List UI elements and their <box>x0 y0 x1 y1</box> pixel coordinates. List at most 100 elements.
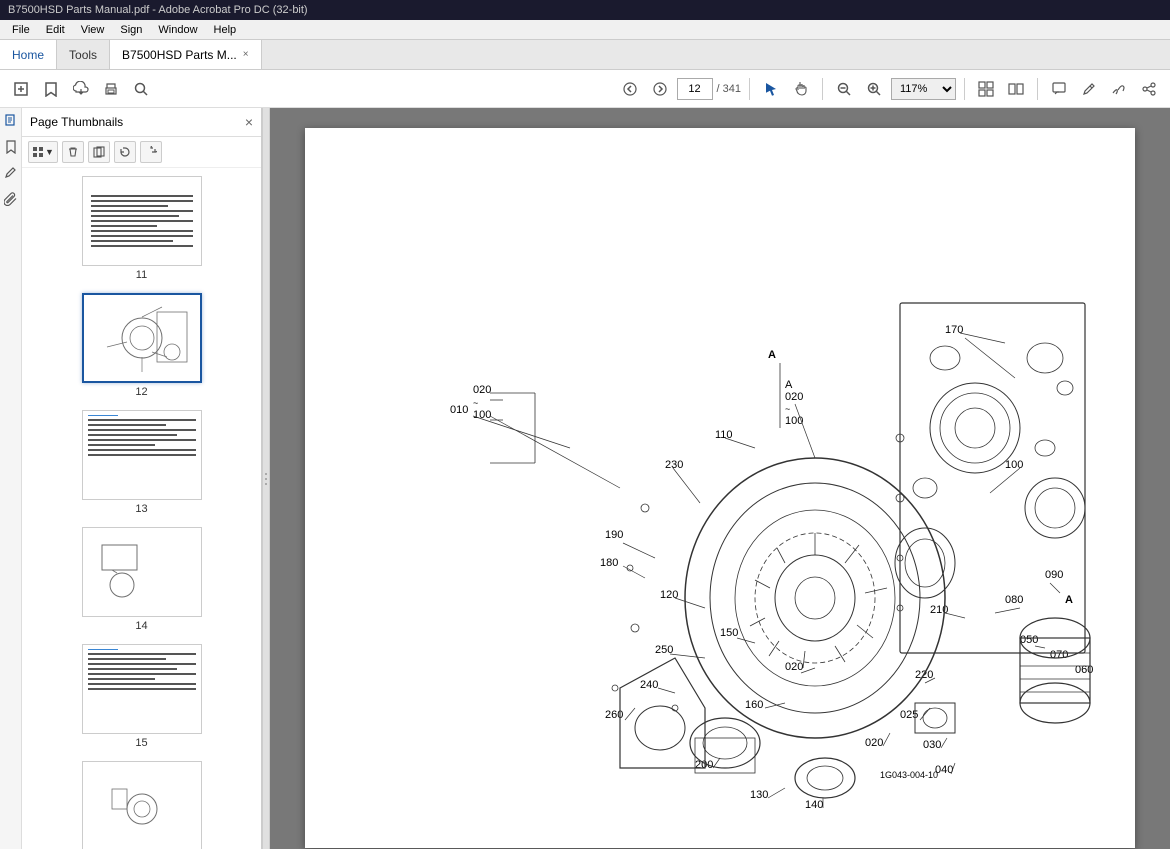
svg-text:190: 190 <box>605 529 623 541</box>
svg-text:020: 020 <box>865 737 883 749</box>
svg-text:200: 200 <box>695 759 713 771</box>
zoom-out-button[interactable] <box>831 76 857 102</box>
menu-window[interactable]: Window <box>150 22 205 38</box>
svg-text:~: ~ <box>785 404 790 414</box>
resize-handle[interactable] <box>262 108 270 849</box>
thumb-label-13: 13 <box>135 503 147 515</box>
thumbs-close-button[interactable]: × <box>245 114 253 130</box>
menu-bar: File Edit View Sign Window Help <box>0 20 1170 40</box>
thumbs-panel-title: Page Thumbnails <box>30 115 123 129</box>
svg-text:020: 020 <box>785 661 803 673</box>
prev-page-button[interactable] <box>617 76 643 102</box>
thumb-label-14: 14 <box>135 620 147 632</box>
tab-tools[interactable]: Tools <box>57 40 110 69</box>
sign-button[interactable] <box>1106 76 1132 102</box>
page-separator: / 341 <box>717 83 741 95</box>
svg-text:180: 180 <box>600 557 618 569</box>
page-number-input[interactable]: 12 <box>677 78 713 100</box>
menu-edit[interactable]: Edit <box>38 22 73 38</box>
svg-text:260: 260 <box>605 709 623 721</box>
svg-text:100: 100 <box>1005 459 1023 471</box>
zoom-in-button[interactable] <box>861 76 887 102</box>
thumb-preview-11 <box>82 176 202 266</box>
separator-3 <box>964 78 965 100</box>
thumb-rotate-cw-button[interactable] <box>140 141 162 163</box>
svg-text:090: 090 <box>1045 569 1063 581</box>
separator-4 <box>1037 78 1038 100</box>
fit-page-button[interactable] <box>973 76 999 102</box>
thumb-label-11: 11 <box>136 269 147 281</box>
thumb-item-12[interactable]: 12 <box>82 293 202 398</box>
thumb-item-15[interactable]: 15 <box>82 644 202 749</box>
thumb-preview-13 <box>82 410 202 500</box>
svg-text:A: A <box>1065 594 1073 606</box>
svg-text:020: 020 <box>785 391 803 403</box>
svg-text:240: 240 <box>640 679 658 691</box>
svg-text:100: 100 <box>785 415 803 427</box>
thumb-rotate-ccw-button[interactable] <box>114 141 136 163</box>
select-tool[interactable] <box>758 76 784 102</box>
separator-1 <box>749 78 750 100</box>
hand-tool[interactable] <box>788 76 814 102</box>
pdf-area[interactable]: 010 020 ~ 100 A 020 ~ 100 110 170 100 09… <box>270 108 1170 849</box>
next-page-button[interactable] <box>647 76 673 102</box>
svg-text:150: 150 <box>720 627 738 639</box>
svg-text:160: 160 <box>745 699 763 711</box>
svg-text:080: 080 <box>1005 594 1023 606</box>
thumb-preview-16 <box>82 761 202 849</box>
separator-2 <box>822 78 823 100</box>
toolbar: 12 / 341 117% 100% 75% 150% <box>0 70 1170 108</box>
menu-view[interactable]: View <box>73 22 113 38</box>
thumb-item-16[interactable]: 16 <box>82 761 202 849</box>
menu-sign[interactable]: Sign <box>112 22 150 38</box>
svg-text:170: 170 <box>945 324 963 336</box>
svg-text:A: A <box>785 379 793 391</box>
svg-text:1G043-004-10: 1G043-004-10 <box>880 770 938 780</box>
thumb-item-14[interactable]: 14 <box>82 527 202 632</box>
pdf-page: 010 020 ~ 100 A 020 ~ 100 110 170 100 09… <box>305 128 1135 848</box>
pen-button[interactable] <box>1076 76 1102 102</box>
thumb-extract-button[interactable] <box>88 141 110 163</box>
share-button[interactable] <box>1136 76 1162 102</box>
thumb-preview-15 <box>82 644 202 734</box>
svg-text:~: ~ <box>473 398 478 408</box>
title-text: B7500HSD Parts Manual.pdf - Adobe Acroba… <box>8 4 308 16</box>
spread-button[interactable] <box>1003 76 1029 102</box>
zoom-select[interactable]: 117% 100% 75% 150% <box>891 78 956 100</box>
new-button[interactable] <box>8 76 34 102</box>
thumb-grid-button[interactable]: ▼ <box>28 141 58 163</box>
bookmark-button[interactable] <box>38 76 64 102</box>
thumb-delete-button[interactable] <box>62 141 84 163</box>
svg-text:030: 030 <box>923 739 941 751</box>
tab-bar: Home Tools B7500HSD Parts M... × <box>0 40 1170 70</box>
thumb-item-11[interactable]: 11 <box>82 176 202 281</box>
thumbs-list: 11 12 <box>22 168 261 849</box>
svg-text:025: 025 <box>900 709 918 721</box>
menu-help[interactable]: Help <box>206 22 245 38</box>
thumbnails-panel: Page Thumbnails × ▼ <box>22 108 262 849</box>
thumbs-toolbar: ▼ <box>22 137 261 168</box>
side-icons-panel <box>0 108 22 849</box>
menu-file[interactable]: File <box>4 22 38 38</box>
print-button[interactable] <box>98 76 124 102</box>
svg-text:110: 110 <box>715 429 733 441</box>
svg-text:010: 010 <box>450 404 468 416</box>
tab-home[interactable]: Home <box>0 40 57 69</box>
comment-button[interactable] <box>1046 76 1072 102</box>
side-icon-bookmark[interactable] <box>2 138 20 156</box>
thumbs-panel-header: Page Thumbnails × <box>22 108 261 137</box>
tab-close-button[interactable]: × <box>243 49 249 60</box>
page-navigation: 12 / 341 <box>677 78 741 100</box>
svg-text:020: 020 <box>473 384 491 396</box>
thumb-preview-14 <box>82 527 202 617</box>
tab-document[interactable]: B7500HSD Parts M... × <box>110 40 262 69</box>
side-icon-annotation[interactable] <box>2 164 20 182</box>
thumb-item-13[interactable]: 13 <box>82 410 202 515</box>
svg-text:A: A <box>768 349 776 361</box>
svg-text:050: 050 <box>1020 634 1038 646</box>
side-icon-attach[interactable] <box>2 190 20 208</box>
side-icon-page[interactable] <box>2 112 20 130</box>
search-button[interactable] <box>128 76 154 102</box>
main-area: Page Thumbnails × ▼ <box>0 108 1170 849</box>
cloud-button[interactable] <box>68 76 94 102</box>
